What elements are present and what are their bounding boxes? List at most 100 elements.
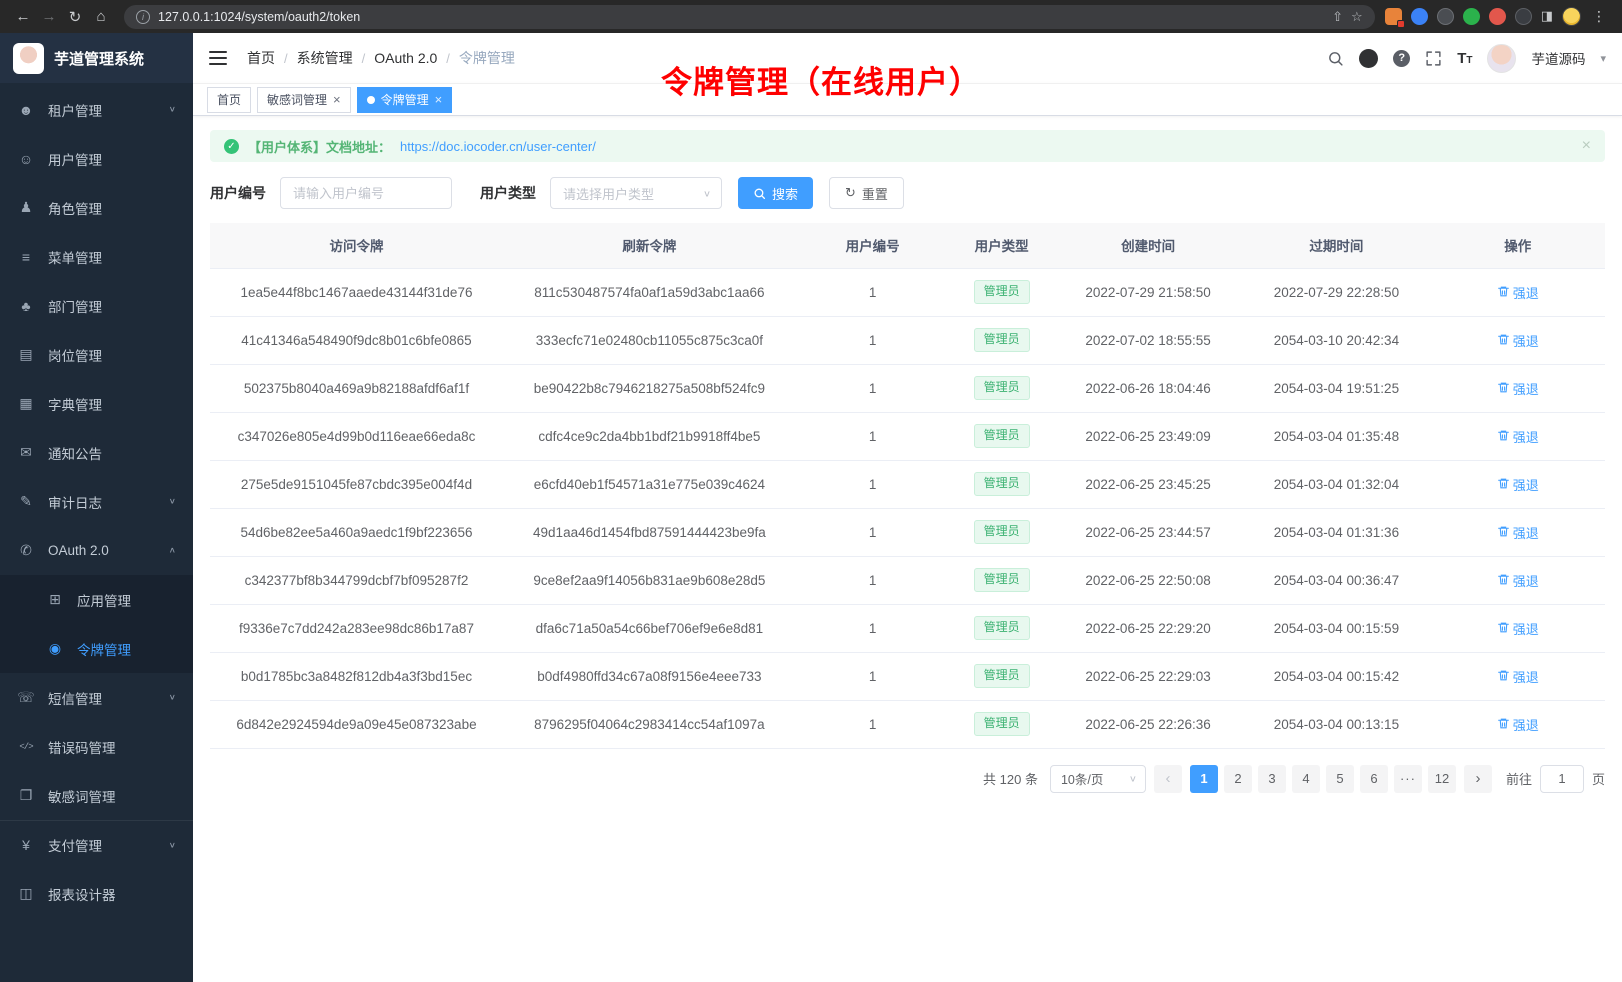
page-size-value: 10条/页 (1061, 769, 1103, 788)
access-token-cell: 275e5de9151045fe87cbdc395e004f4d (210, 460, 503, 508)
user-id-cell-text: 1 (869, 333, 877, 348)
sidebar: 芋道管理系统 ☻租户管理∨☺用户管理♟角色管理≡菜单管理♣部门管理▤岗位管理▦字… (0, 33, 193, 982)
sidebar-item[interactable]: ¥支付管理∨ (0, 820, 193, 869)
sidebar-item[interactable]: ✎审计日志∨ (0, 477, 193, 526)
page-button[interactable]: 4 (1292, 765, 1320, 793)
access-token-cell-text: 1ea5e44f8bc1467aaede43144f31de76 (240, 285, 472, 300)
table-row: 275e5de9151045fe87cbdc395e004f4de6cfd40e… (210, 460, 1605, 508)
sidebar-item[interactable]: ☏短信管理∨ (0, 673, 193, 722)
breadcrumb-item[interactable]: 首页 (247, 48, 275, 68)
page-button[interactable]: 6 (1360, 765, 1388, 793)
sidebar-item[interactable]: ◉令牌管理 (0, 624, 193, 673)
browser-home-icon[interactable]: ⌂ (88, 8, 114, 25)
github-icon[interactable] (1359, 49, 1378, 68)
refresh-token-cell: b0df4980ffd34c67a08f9156e4eee733 (503, 652, 796, 700)
address-bar[interactable]: i 127.0.0.1:1024/system/oauth2/token ⇧ ☆ (124, 5, 1375, 29)
sidebar-item[interactable]: ≡菜单管理 (0, 232, 193, 281)
sidebar-item[interactable]: ♣部门管理 (0, 281, 193, 330)
force-logout-button[interactable]: 强退 (1497, 619, 1539, 638)
user-id-input[interactable] (280, 177, 452, 209)
user-avatar[interactable] (1487, 44, 1516, 73)
force-logout-button[interactable]: 强退 (1497, 667, 1539, 686)
page-button[interactable]: 2 (1224, 765, 1252, 793)
user-id-cell-text: 1 (869, 429, 877, 444)
sidebar-item[interactable]: ✆OAuth 2.0∧ (0, 526, 193, 575)
help-icon[interactable]: ? (1393, 50, 1410, 67)
collapse-sidebar-button[interactable] (209, 47, 231, 69)
refresh-token-cell-text: dfa6c71a50a54c66bef706ef9e6e8d81 (536, 621, 763, 636)
browser-menu-icon[interactable]: ⋮ (1590, 8, 1608, 25)
extension-icon[interactable] (1437, 8, 1454, 25)
created-time-cell: 2022-06-25 23:49:09 (1054, 412, 1242, 460)
created-time-cell: 2022-07-29 21:58:50 (1054, 268, 1242, 316)
force-logout-button[interactable]: 强退 (1497, 427, 1539, 446)
app-title: 芋道管理系统 (54, 48, 144, 69)
extension-icon[interactable] (1463, 8, 1480, 25)
next-page-button[interactable]: › (1464, 765, 1492, 793)
force-logout-button[interactable]: 强退 (1497, 475, 1539, 494)
chevron-down-icon[interactable]: ▾ (1600, 52, 1606, 65)
page-button[interactable]: 1 (1190, 765, 1218, 793)
sidebar-item[interactable]: ✉通知公告 (0, 428, 193, 477)
sidebar-item[interactable]: ❐敏感词管理 (0, 771, 193, 820)
extension-icon[interactable] (1385, 8, 1402, 25)
browser-back-icon[interactable]: ← (10, 8, 36, 25)
bookmark-star-icon[interactable]: ☆ (1351, 9, 1363, 25)
user-type-cell: 管理员 (949, 556, 1054, 604)
sidebar-item[interactable]: ⊞应用管理 (0, 575, 193, 624)
page-button[interactable]: 5 (1326, 765, 1354, 793)
search-button[interactable]: 搜索 (738, 177, 813, 209)
breadcrumb-item[interactable]: 系统管理 (297, 48, 353, 68)
trash-icon (1497, 670, 1510, 682)
sidebar-item[interactable]: ☺用户管理 (0, 134, 193, 183)
sidebar-item-label: 部门管理 (48, 296, 176, 316)
sidebar-item[interactable]: ♟角色管理 (0, 183, 193, 232)
force-logout-button[interactable]: 强退 (1497, 331, 1539, 350)
user-type-select[interactable]: 请选择用户类型 ∨ (550, 177, 722, 209)
sidebar-item[interactable]: ☻租户管理∨ (0, 85, 193, 134)
pager-ellipsis[interactable]: ··· (1394, 765, 1422, 793)
sidebar-item[interactable]: ▦字典管理 (0, 379, 193, 428)
doc-link[interactable]: https://doc.iocoder.cn/user-center/ (400, 139, 596, 154)
force-logout-button[interactable]: 强退 (1497, 283, 1539, 302)
sidebar-item[interactable]: ◫报表设计器 (0, 869, 193, 918)
app-logo[interactable]: 芋道管理系统 (0, 33, 193, 83)
extension-icon[interactable] (1489, 8, 1506, 25)
force-logout-button[interactable]: 强退 (1497, 571, 1539, 590)
share-icon[interactable]: ⇧ (1332, 9, 1343, 25)
browser-forward-icon[interactable]: → (36, 8, 62, 25)
user-name[interactable]: 芋道源码 (1531, 48, 1585, 68)
tab-label: 令牌管理 (381, 91, 429, 108)
extension-icon[interactable] (1411, 8, 1428, 25)
created-time-cell: 2022-06-25 22:50:08 (1054, 556, 1242, 604)
force-logout-button[interactable]: 强退 (1497, 523, 1539, 542)
fullscreen-icon[interactable] (1425, 50, 1442, 67)
user-type-badge: 管理员 (974, 520, 1030, 544)
font-size-icon[interactable]: TT (1457, 50, 1472, 67)
view-tab[interactable]: 首页 (207, 87, 251, 113)
view-tab[interactable]: 敏感词管理× (257, 87, 351, 113)
reset-button[interactable]: ↻ 重置 (829, 177, 904, 209)
view-tab[interactable]: 令牌管理 × (357, 87, 453, 113)
close-icon[interactable]: × (435, 93, 443, 106)
prev-page-button[interactable]: ‹ (1154, 765, 1182, 793)
sidebar-item[interactable]: </>错误码管理 (0, 722, 193, 771)
site-info-icon[interactable]: i (136, 10, 150, 24)
page-button[interactable]: 12 (1428, 765, 1456, 793)
search-icon[interactable] (1327, 50, 1344, 67)
breadcrumb-item[interactable]: OAuth 2.0 (374, 50, 437, 66)
force-logout-button[interactable]: 强退 (1497, 379, 1539, 398)
sidebar-item[interactable]: ▤岗位管理 (0, 330, 193, 379)
force-logout-button[interactable]: 强退 (1497, 715, 1539, 734)
reset-button-label: 重置 (862, 184, 888, 203)
page-button[interactable]: 3 (1258, 765, 1286, 793)
goto-page-input[interactable] (1540, 765, 1584, 793)
page-size-select[interactable]: 10条/页 ∨ (1050, 765, 1146, 793)
browser-reload-icon[interactable]: ↻ (62, 8, 88, 26)
browser-profile-avatar[interactable] (1562, 7, 1581, 26)
side-panel-icon[interactable]: ◨ (1541, 8, 1553, 25)
extension-icon[interactable] (1515, 8, 1532, 25)
breadcrumb: 首页/系统管理/OAuth 2.0/令牌管理 (247, 48, 515, 68)
close-icon[interactable]: × (333, 93, 341, 106)
alert-close-icon[interactable]: × (1582, 137, 1591, 155)
